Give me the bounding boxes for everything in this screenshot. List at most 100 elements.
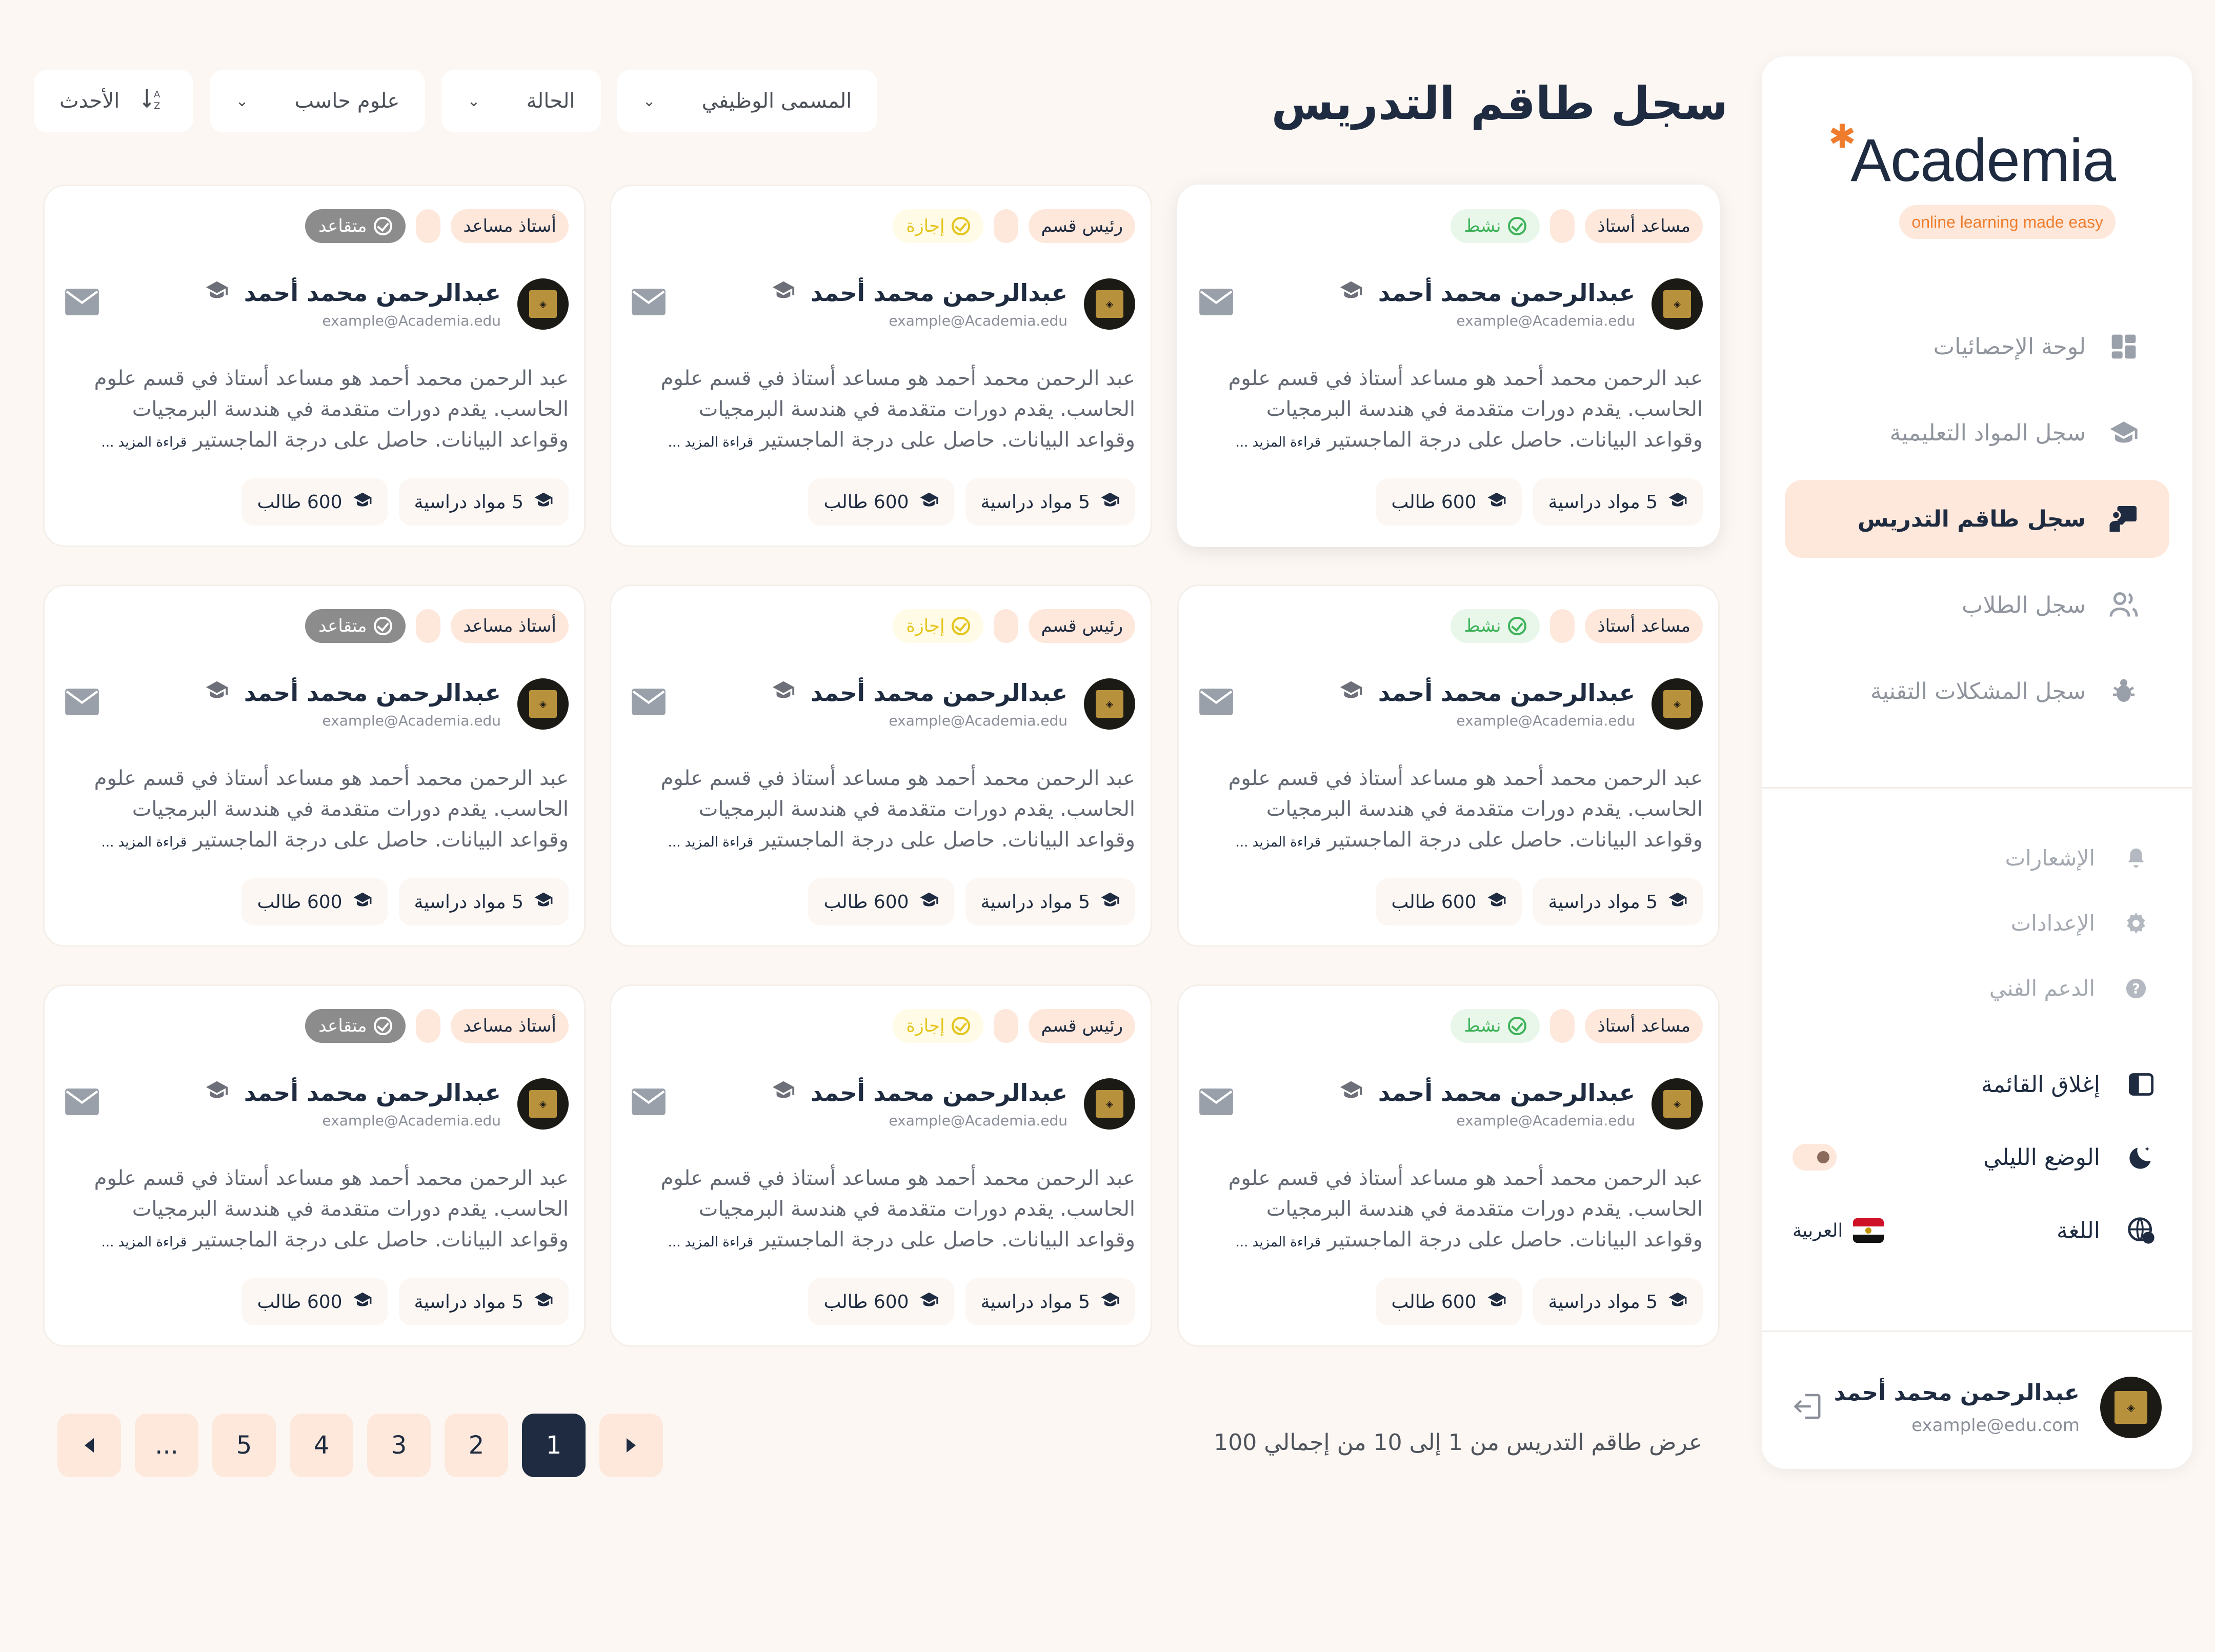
card-tags: مساعد أستاذ نشط	[1451, 609, 1703, 643]
user-profile[interactable]: ◈ عبدالرحمن محمد أحمد example@edu.com	[1793, 1369, 2162, 1446]
status-badge: إجازة	[893, 609, 984, 643]
email-icon[interactable]	[632, 1089, 666, 1115]
sidebar-nav: لوحة الإحصائيات سجل المواد التعليمية سجل…	[1785, 308, 2169, 738]
read-more-link[interactable]: قراءة المزيد ...	[102, 835, 187, 850]
status-badge: نشط	[1451, 609, 1540, 643]
email-icon[interactable]	[632, 289, 666, 315]
courses-count: 5 مواد دراسية	[1533, 878, 1703, 925]
staff-name[interactable]: عبدالرحمن محمد أحمد	[244, 679, 501, 707]
email-icon[interactable]	[632, 689, 666, 715]
prev-page-button[interactable]	[57, 1414, 121, 1477]
email-icon[interactable]	[1199, 689, 1233, 715]
nav-label: سجل المشكلات التقنية	[1870, 678, 2086, 704]
staff-name[interactable]: عبدالرحمن محمد أحمد	[1378, 279, 1635, 307]
department-tag	[416, 609, 441, 643]
page-button[interactable]: 4	[290, 1414, 353, 1477]
courses-text: 5 مواد دراسية	[980, 491, 1090, 513]
read-more-link[interactable]: قراءة المزيد ...	[668, 435, 754, 450]
nav-item-tech-issues[interactable]: سجل المشكلات التقنية	[1785, 652, 2169, 730]
courses-text: 5 مواد دراسية	[414, 491, 523, 513]
email-icon[interactable]	[65, 689, 99, 715]
staff-description: عبد الرحمن محمد أحمد هو مساعد أستاذ في ق…	[1198, 763, 1703, 858]
department-tag	[416, 209, 441, 243]
staff-card[interactable]: رئيس قسم إجازة ◈ عبدالرحمن محمد أحمد exa…	[610, 585, 1152, 947]
page-title: سجل طاقم التدريس	[1271, 77, 1728, 130]
department-select[interactable]: ⌄ علوم حاسب	[210, 70, 426, 132]
page-button[interactable]: 3	[367, 1414, 431, 1477]
staff-card[interactable]: مساعد أستاذ نشط ◈ عبدالرحمن محمد أحمد ex…	[1177, 185, 1720, 547]
staff-description: عبد الرحمن محمد أحمد هو مساعد أستاذ في ق…	[630, 363, 1135, 458]
staff-name[interactable]: عبدالرحمن محمد أحمد	[811, 679, 1068, 707]
staff-name[interactable]: عبدالرحمن محمد أحمد	[1378, 1079, 1635, 1106]
staff-card[interactable]: أستاذ مساعد متقاعد ◈ عبدالرحمن محمد أحمد…	[43, 984, 586, 1347]
description-line: الحاسب. يقدم دورات متقدمة في هندسة البرم…	[698, 797, 1135, 821]
util-notifications[interactable]: الإشعارات	[1793, 825, 2151, 891]
graduation-cap-icon	[1100, 890, 1120, 914]
page-button[interactable]: 5	[212, 1414, 276, 1477]
email-icon[interactable]	[65, 289, 99, 315]
staff-name[interactable]: عبدالرحمن محمد أحمد	[244, 279, 501, 307]
graduation-cap-icon	[772, 678, 795, 707]
read-more-link[interactable]: قراءة المزيد ...	[668, 835, 754, 850]
page-button-current[interactable]: 1	[522, 1414, 586, 1477]
nav-item-students[interactable]: سجل الطلاب	[1785, 566, 2169, 644]
email-icon[interactable]	[1199, 1089, 1233, 1115]
read-more-link[interactable]: قراءة المزيد ...	[102, 435, 187, 450]
description-line: الحاسب. يقدم دورات متقدمة في هندسة البرم…	[698, 1197, 1135, 1221]
page-button[interactable]: 2	[445, 1414, 508, 1477]
staff-person: ◈ عبدالرحمن محمد أحمد example@Academia.e…	[772, 678, 1135, 730]
avatar: ◈	[1084, 278, 1135, 330]
students-count: 600 طالب	[808, 478, 954, 526]
email-icon[interactable]	[65, 1089, 99, 1115]
sidebar: ✱ Academia online learning made easy لوح…	[1762, 56, 2192, 1469]
chevron-down-icon: ⌄	[235, 92, 249, 110]
filter-bar: الأحدث AZ ⌄ علوم حاسب ⌄ الحالة ⌄ المسمى …	[34, 70, 878, 132]
job-title-select[interactable]: ⌄ المسمى الوظيفي	[617, 70, 878, 132]
next-page-button[interactable]	[599, 1414, 663, 1477]
language-selector[interactable]: العربية	[1793, 1218, 1884, 1243]
nav-label: سجل الطلاب	[1962, 592, 2086, 618]
academia-logo[interactable]: ✱ Academia online learning made easy	[1828, 87, 2116, 239]
students-text: 600 طالب	[1391, 1291, 1477, 1313]
sort-button[interactable]: الأحدث AZ	[34, 70, 194, 132]
status-select[interactable]: ⌄ الحالة	[441, 70, 601, 132]
graduation-cap-icon	[919, 890, 939, 914]
util-settings[interactable]: الإعدادات	[1793, 891, 2151, 956]
description-line: وقواعد البيانات. حاصل على درجة الماجستير	[1327, 828, 1703, 852]
read-more-link[interactable]: قراءة المزيد ...	[102, 1235, 187, 1250]
status-check-icon	[374, 617, 393, 635]
staff-card[interactable]: مساعد أستاذ نشط ◈ عبدالرحمن محمد أحمد ex…	[1177, 984, 1720, 1347]
night-mode-toggle[interactable]	[1793, 1144, 1837, 1171]
card-stats: 5 مواد دراسية 600 طالب	[1376, 1278, 1703, 1325]
staff-card[interactable]: أستاذ مساعد متقاعد ◈ عبدالرحمن محمد أحمد…	[43, 585, 586, 947]
nav-item-dashboard[interactable]: لوحة الإحصائيات	[1785, 308, 2169, 386]
staff-card[interactable]: رئيس قسم إجازة ◈ عبدالرحمن محمد أحمد exa…	[610, 185, 1152, 547]
staff-person: ◈ عبدالرحمن محمد أحمد example@Academia.e…	[1339, 1078, 1703, 1130]
status-badge: إجازة	[893, 209, 984, 243]
staff-name[interactable]: عبدالرحمن محمد أحمد	[811, 1079, 1068, 1106]
staff-name[interactable]: عبدالرحمن محمد أحمد	[244, 1079, 501, 1106]
logout-icon[interactable]	[1793, 1389, 1826, 1425]
staff-email: example@Academia.edu	[889, 712, 1068, 729]
card-tags: أستاذ مساعد متقاعد	[305, 1009, 569, 1043]
graduation-cap-icon	[1487, 890, 1506, 914]
language-icon	[2121, 1216, 2162, 1245]
chevron-left-icon	[85, 1438, 94, 1453]
read-more-link[interactable]: قراءة المزيد ...	[1236, 435, 1321, 450]
read-more-link[interactable]: قراءة المزيد ...	[1236, 835, 1321, 850]
collapse-sidebar-button[interactable]: إغلاق القائمة	[1793, 1051, 2162, 1118]
util-support[interactable]: ? الدعم الفني	[1793, 956, 2151, 1021]
staff-name[interactable]: عبدالرحمن محمد أحمد	[811, 279, 1068, 307]
card-stats: 5 مواد دراسية 600 طالب	[1376, 878, 1703, 925]
staff-card[interactable]: رئيس قسم إجازة ◈ عبدالرحمن محمد أحمد exa…	[610, 984, 1152, 1347]
email-icon[interactable]	[1199, 289, 1233, 315]
read-more-link[interactable]: قراءة المزيد ...	[668, 1235, 754, 1250]
staff-card[interactable]: مساعد أستاذ نشط ◈ عبدالرحمن محمد أحمد ex…	[1177, 585, 1720, 947]
nav-item-courses[interactable]: سجل المواد التعليمية	[1785, 394, 2169, 472]
nav-item-teaching-staff[interactable]: سجل طاقم التدريس	[1785, 480, 2169, 558]
status-badge: نشط	[1451, 1009, 1540, 1043]
staff-name[interactable]: عبدالرحمن محمد أحمد	[1378, 679, 1635, 707]
description-line: عبد الرحمن محمد أحمد هو مساعد أستاذ في ق…	[660, 767, 1135, 790]
read-more-link[interactable]: قراءة المزيد ...	[1236, 1235, 1321, 1250]
staff-card[interactable]: أستاذ مساعد متقاعد ◈ عبدالرحمن محمد أحمد…	[43, 185, 586, 547]
